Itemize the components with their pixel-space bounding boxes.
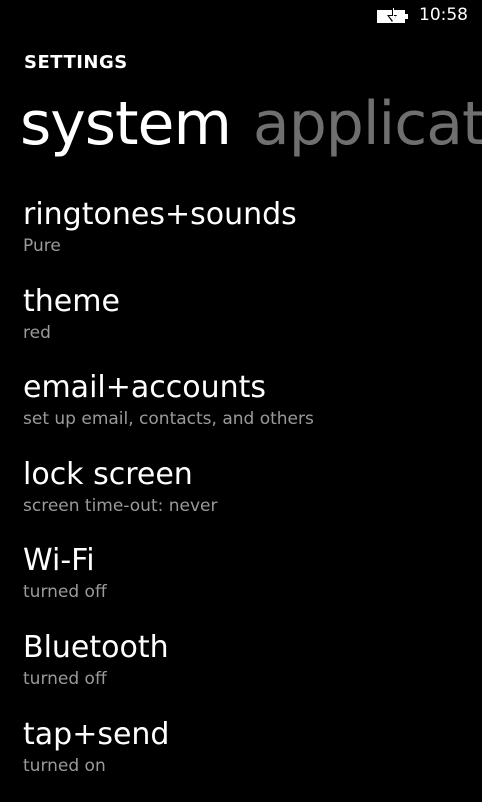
item-title: lock screen: [23, 456, 193, 492]
settings-item-wifi[interactable]: Wi-Fi turned off: [23, 542, 473, 629]
tab-applications[interactable]: applicat: [253, 84, 482, 164]
item-title: theme: [23, 283, 120, 319]
item-title: email+accounts: [23, 370, 267, 406]
item-title: Bluetooth: [23, 629, 169, 665]
item-subtitle: Pure: [23, 236, 61, 256]
settings-item-ringtones-sounds[interactable]: ringtones+sounds Pure: [23, 196, 473, 283]
status-bar: 10:58: [0, 0, 482, 32]
settings-list: ringtones+sounds Pure theme red email+ac…: [23, 196, 473, 802]
pivot-headers: system applicat: [20, 84, 482, 164]
battery-charging-icon: [377, 7, 408, 23]
item-subtitle: set up email, contacts, and others: [23, 409, 314, 430]
item-subtitle: turned off: [23, 582, 107, 603]
item-subtitle: red: [23, 322, 51, 343]
settings-item-lock-screen[interactable]: lock screen screen time-out: never: [23, 456, 473, 543]
item-subtitle: turned off: [23, 668, 107, 689]
item-subtitle: screen time-out: never: [23, 495, 218, 516]
settings-item-tap-send[interactable]: tap+send turned on: [23, 716, 473, 802]
settings-item-theme[interactable]: theme red: [23, 283, 473, 370]
item-subtitle: turned on: [23, 755, 106, 776]
tab-system[interactable]: system: [20, 84, 232, 164]
clock: 10:58: [419, 5, 468, 25]
item-title: ringtones+sounds: [23, 197, 297, 232]
item-title: Wi-Fi: [23, 543, 95, 579]
settings-item-bluetooth[interactable]: Bluetooth turned off: [23, 629, 473, 716]
app-title: SETTINGS: [24, 52, 128, 73]
settings-item-email-accounts[interactable]: email+accounts set up email, contacts, a…: [23, 369, 473, 456]
item-title: tap+send: [23, 716, 170, 752]
